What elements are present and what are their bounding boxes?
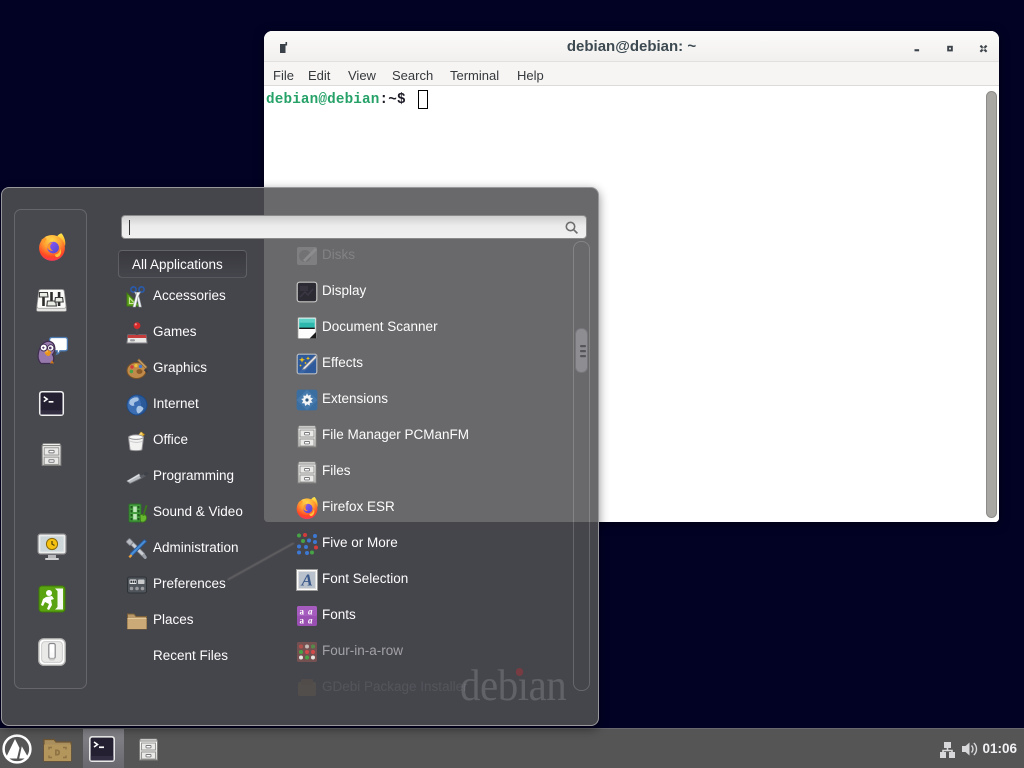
- svg-text:A: A: [301, 571, 313, 590]
- svg-text:a: a: [300, 616, 305, 626]
- svg-text:a: a: [308, 616, 313, 626]
